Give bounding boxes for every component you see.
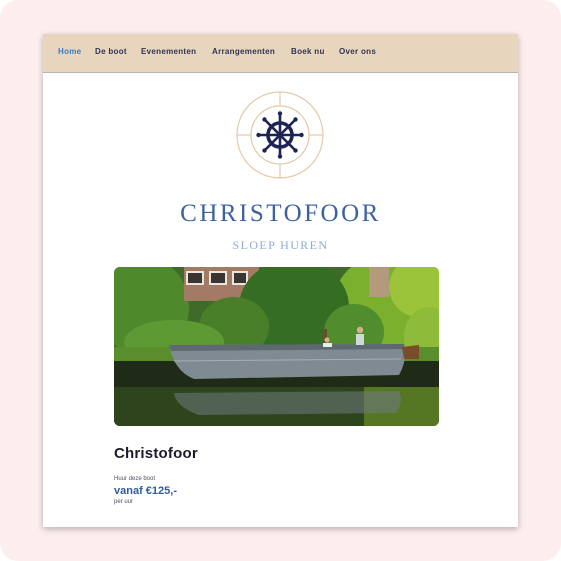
nav-item-boek-nu[interactable]: Boek nu [291,47,325,56]
price-unit: per uur [114,499,134,505]
boat-title: Christofoor [114,445,198,462]
nav-item-de-boot[interactable]: De boot [95,47,127,56]
brand-name: CHRISTOFOOR [180,200,381,227]
top-navigation: Home De boot Evenementen Arrangementen B… [43,34,518,73]
rent-label: Huur deze boot [114,476,156,482]
nav-item-evenementen[interactable]: Evenementen [141,47,196,56]
ship-wheel-icon[interactable] [235,90,325,180]
nav-item-arrangementen[interactable]: Arrangementen [212,47,275,56]
page-background: Home De boot Evenementen Arrangementen B… [0,0,561,561]
nav-item-home[interactable]: Home [58,47,81,56]
boat-photo [114,267,439,426]
brand-tagline: SLOEP HUREN [232,238,329,252]
price-value: vanaf €125,- [114,485,177,497]
nav-item-over-ons[interactable]: Over ons [339,47,376,56]
website-window: Home De boot Evenementen Arrangementen B… [43,34,518,527]
